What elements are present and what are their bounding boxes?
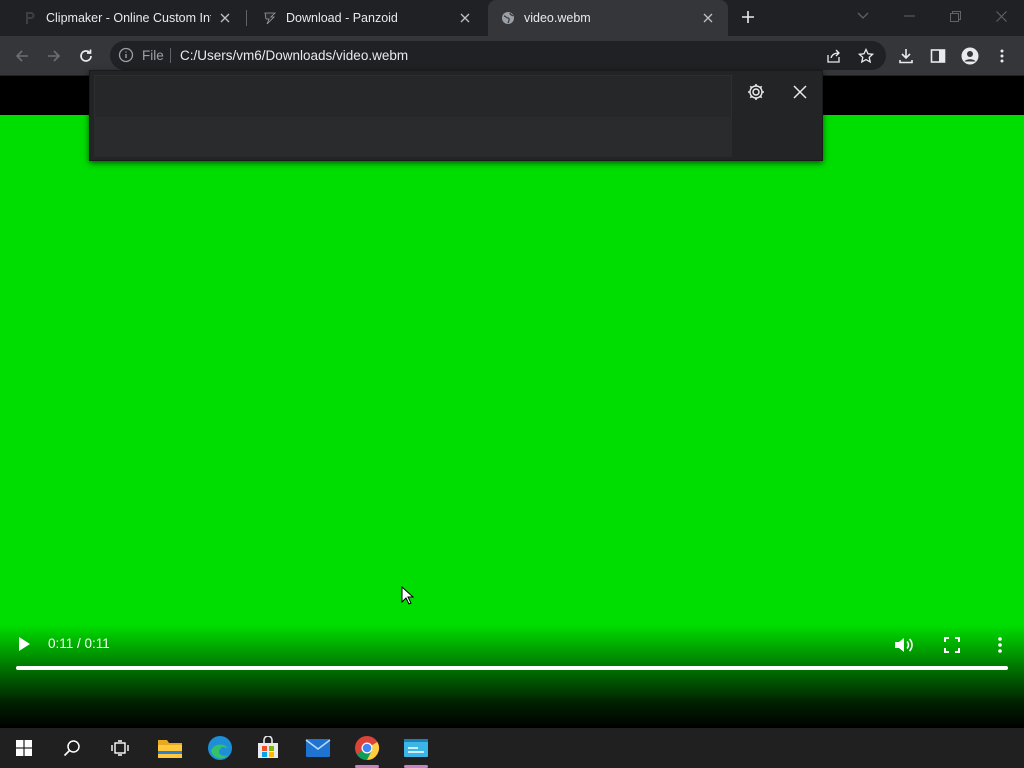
omnibox-separator (170, 48, 171, 63)
tab-strip: Clipmaker - Online Custom Intro Download… (0, 0, 1024, 36)
chrome-icon[interactable] (345, 728, 389, 768)
close-tab-icon[interactable] (457, 10, 473, 26)
file-explorer-icon[interactable] (148, 728, 192, 768)
tab-title: Download - Panzoid (286, 11, 398, 25)
tab-video-webm[interactable]: video.webm (488, 0, 728, 36)
mail-icon[interactable] (296, 728, 340, 768)
url-text[interactable]: C:/Users/vm6/Downloads/video.webm (180, 48, 408, 63)
restore-icon[interactable] (932, 0, 978, 32)
tab-title: video.webm (524, 11, 591, 25)
download-icon[interactable] (894, 44, 918, 68)
back-button[interactable] (10, 44, 34, 68)
app-icon[interactable] (394, 728, 438, 768)
bubble-strip (94, 117, 732, 157)
gear-icon[interactable] (746, 82, 766, 102)
fullscreen-icon[interactable] (941, 634, 963, 656)
address-bar[interactable]: File C:/Users/vm6/Downloads/video.webm (110, 41, 886, 70)
store-icon[interactable] (246, 728, 290, 768)
tab-title: Clipmaker - Online Custom Intro (46, 11, 211, 25)
video-controls: 0:11 / 0:11 (0, 630, 1024, 658)
overlay-bubble (89, 70, 823, 161)
scheme-label: File (142, 48, 164, 63)
mouse-cursor-icon (401, 586, 415, 605)
menu-kebab-icon[interactable] (990, 44, 1014, 68)
panzoid-p-icon (22, 10, 38, 26)
share-icon[interactable] (822, 44, 846, 68)
minimize-icon[interactable] (886, 0, 932, 32)
globe-icon (500, 10, 516, 26)
info-icon[interactable] (118, 47, 134, 63)
time-display: 0:11 / 0:11 (48, 636, 110, 651)
profile-icon[interactable] (958, 44, 982, 68)
tab-search-icon[interactable] (840, 0, 886, 32)
more-options-icon[interactable] (989, 634, 1011, 656)
close-icon[interactable] (790, 82, 810, 102)
play-icon[interactable] (14, 634, 34, 654)
close-window-icon[interactable] (978, 0, 1024, 32)
edge-icon[interactable] (198, 728, 242, 768)
taskbar (0, 728, 1024, 768)
volume-icon[interactable] (892, 634, 914, 656)
close-tab-icon[interactable] (700, 10, 716, 26)
search-icon[interactable] (50, 728, 94, 768)
page-content: 0:11 / 0:11 (0, 77, 1024, 728)
tab-panzoid-download[interactable]: Download - Panzoid (240, 0, 485, 36)
bookmark-star-icon[interactable] (854, 44, 878, 68)
reload-button[interactable] (74, 44, 98, 68)
new-tab-button[interactable] (738, 7, 758, 27)
close-tab-icon[interactable] (217, 10, 233, 26)
start-icon[interactable] (2, 728, 46, 768)
task-view-icon[interactable] (98, 728, 142, 768)
forward-button[interactable] (42, 44, 66, 68)
progress-bar[interactable] (16, 666, 1008, 670)
side-panel-icon[interactable] (926, 44, 950, 68)
tab-clipmaker[interactable]: Clipmaker - Online Custom Intro (0, 0, 245, 36)
panzoid-logo-icon (262, 10, 278, 26)
